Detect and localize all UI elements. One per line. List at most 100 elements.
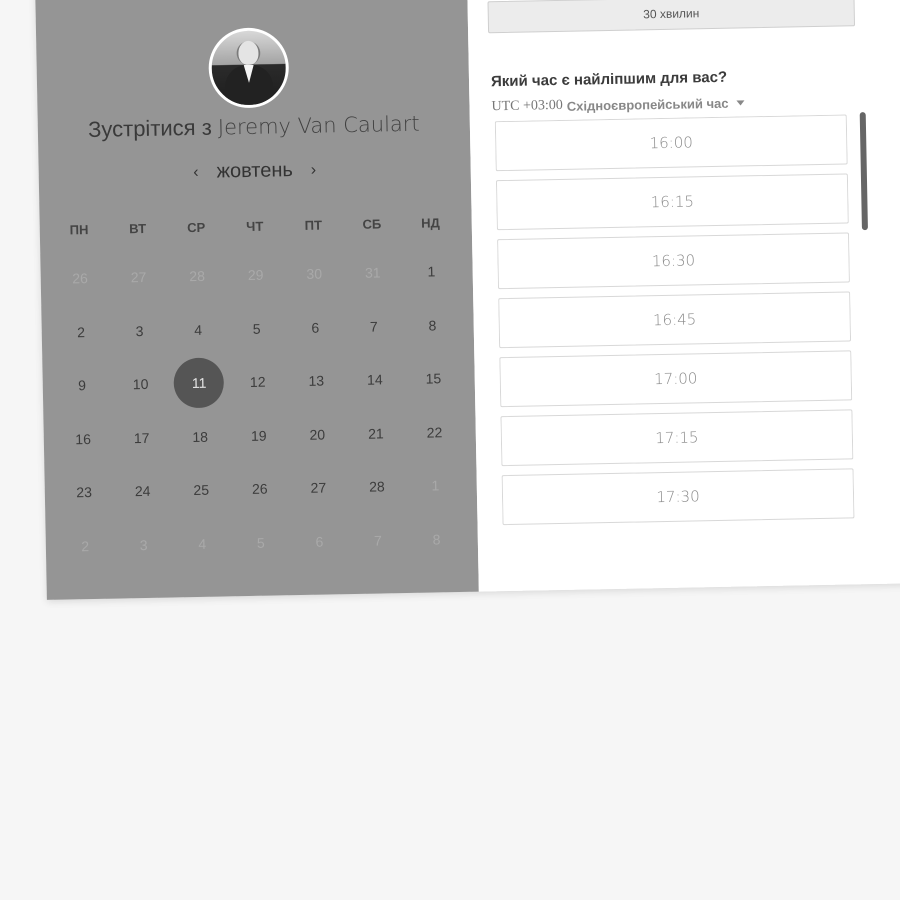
calendar-day-number: 6 xyxy=(311,319,320,336)
calendar-day-number: 5 xyxy=(256,534,265,551)
time-slot-button[interactable]: 16:45 xyxy=(498,291,852,349)
calendar-day[interactable]: 25 xyxy=(172,480,232,535)
calendar-day[interactable]: 20 xyxy=(288,425,348,480)
weekday-label: ЧТ xyxy=(246,218,264,234)
calendar-day: 29 xyxy=(226,265,286,320)
booking-card: Зустрітися з Jeremy Van Caulart ‹ жовтен… xyxy=(35,0,900,600)
duration-selector[interactable]: 30 хвилин xyxy=(487,0,856,34)
calendar-day[interactable]: 15 xyxy=(404,369,464,424)
slot-list-scrollbar[interactable] xyxy=(859,112,868,231)
time-slot-list: 16:00 16:15 16:30 16:45 17:00 17:15 17:30 xyxy=(494,114,855,527)
calendar-day-number: 5 xyxy=(252,320,261,337)
time-slot-button[interactable]: 17:15 xyxy=(500,409,854,467)
calendar-day[interactable]: 9 xyxy=(53,376,113,431)
calendar-day: 5 xyxy=(231,533,291,588)
calendar-day-number: 22 xyxy=(426,423,443,441)
calendar-day-number: 26 xyxy=(72,270,88,287)
calendar-day-number: 7 xyxy=(369,317,378,335)
calendar-day-selected[interactable]: 11 xyxy=(170,357,230,428)
calendar-day-number: 27 xyxy=(310,479,327,496)
calendar-day[interactable]: 13 xyxy=(287,371,347,426)
time-question: Який час є найліпшим для вас? xyxy=(490,68,728,91)
calendar-day[interactable]: 28 xyxy=(347,477,407,532)
weekday-label: ВТ xyxy=(129,220,147,237)
calendar-day-number: 1 xyxy=(427,263,436,280)
calendar-day-number: 30 xyxy=(306,265,323,282)
calendar-day[interactable]: 27 xyxy=(289,478,349,533)
calendar-day-number: 17 xyxy=(133,429,150,446)
calendar-day[interactable]: 21 xyxy=(346,423,406,478)
calendar-day-number: 12 xyxy=(249,373,266,390)
month-label: жовтень xyxy=(216,159,294,183)
calendar-day-number: 6 xyxy=(315,533,324,550)
time-slot-button[interactable]: 16:15 xyxy=(495,173,849,231)
calendar-day-number: 13 xyxy=(308,372,325,389)
time-slot-button[interactable]: 17:30 xyxy=(501,468,855,526)
calendar-day[interactable]: 12 xyxy=(228,372,288,427)
next-month-icon[interactable]: › xyxy=(307,161,321,179)
calendar-day-number: 25 xyxy=(193,481,210,499)
calendar-day-number: 8 xyxy=(432,530,441,547)
timezone-offset: UTC +03:00 xyxy=(491,97,563,115)
calendar-day[interactable]: 18 xyxy=(171,427,231,482)
calendar-day-number: 24 xyxy=(134,482,151,500)
time-slot-button[interactable]: 16:00 xyxy=(494,114,848,172)
calendar-day-number: 23 xyxy=(76,484,93,501)
calendar-day[interactable]: 16 xyxy=(54,429,114,484)
calendar-day-number: 28 xyxy=(368,478,385,495)
calendar-day-number: 11 xyxy=(173,357,225,409)
calendar-day[interactable]: 26 xyxy=(230,479,290,534)
calendar-day[interactable]: 23 xyxy=(55,483,115,538)
calendar-day[interactable]: 14 xyxy=(345,370,405,425)
calendar-day: 8 xyxy=(407,529,467,584)
timezone-selector[interactable]: UTC +03:00 Східноєвропейський час xyxy=(491,94,745,115)
time-panel: 30 хвилин Який час є найліпшим для вас? … xyxy=(466,0,900,592)
calendar-day-number: 14 xyxy=(366,371,383,388)
prev-month-icon[interactable]: ‹ xyxy=(189,163,203,181)
host-name: Jeremy Van Caulart xyxy=(217,111,420,140)
calendar-day[interactable]: 1 xyxy=(402,262,462,317)
calendar-day-number: 28 xyxy=(189,267,206,285)
calendar-day[interactable]: 5 xyxy=(227,319,287,374)
calendar-day-number: 1 xyxy=(431,477,440,494)
calendar-day-number: 27 xyxy=(130,268,147,286)
calendar-panel: Зустрітися з Jeremy Van Caulart ‹ жовтен… xyxy=(35,0,479,600)
timezone-name[interactable]: Східноєвропейський час xyxy=(567,95,729,113)
calendar-day[interactable]: 22 xyxy=(405,422,465,477)
calendar-day-number: 31 xyxy=(364,264,381,281)
calendar-day-number: 2 xyxy=(76,323,86,340)
calendar-day[interactable]: 6 xyxy=(286,318,346,373)
time-slot-button[interactable]: 17:00 xyxy=(499,350,853,408)
calendar-day-number: 4 xyxy=(194,321,203,338)
calendar-day: 1 xyxy=(406,476,466,531)
calendar-day-number: 7 xyxy=(373,531,382,549)
calendar-day: 6 xyxy=(290,532,350,587)
calendar-day-number: 16 xyxy=(75,430,92,447)
calendar-day[interactable]: 17 xyxy=(112,428,172,483)
calendar-day-number: 4 xyxy=(198,535,207,552)
calendar-day: 26 xyxy=(51,269,111,324)
calendar-day-number: 15 xyxy=(425,370,442,387)
weekday-label: ПН xyxy=(69,222,89,238)
calendar-day-number: 3 xyxy=(135,322,144,339)
month-navigation: ‹ жовтень › xyxy=(39,156,471,187)
meeting-title: Зустрітися з Jeremy Van Caulart xyxy=(38,110,470,144)
weekday-label: СБ xyxy=(362,216,382,232)
calendar-day[interactable]: 24 xyxy=(113,481,173,536)
calendar-day[interactable]: 7 xyxy=(344,316,404,371)
calendar-day[interactable]: 10 xyxy=(111,374,171,429)
weekday-label: НД xyxy=(420,215,440,231)
calendar-day: 7 xyxy=(348,530,408,585)
day-grid: 26 27 28 29 30 31 1 2 3 4 5 6 7 8 9 10 11 12 13 14 15 16 17 18 1… xyxy=(51,262,467,591)
caret-down-icon[interactable] xyxy=(736,99,745,106)
calendar-day-number: 19 xyxy=(250,427,267,444)
calendar-day: 31 xyxy=(343,263,403,318)
weekday-label: ПТ xyxy=(304,217,323,233)
calendar-day[interactable]: 2 xyxy=(52,322,112,377)
calendar-day[interactable]: 19 xyxy=(229,426,289,481)
calendar-day-number: 3 xyxy=(139,536,148,553)
time-slot-button[interactable]: 16:30 xyxy=(497,232,850,290)
calendar-day[interactable]: 3 xyxy=(110,321,170,376)
meeting-title-prefix: Зустрітися з xyxy=(87,114,213,143)
calendar-day[interactable]: 8 xyxy=(403,315,463,370)
